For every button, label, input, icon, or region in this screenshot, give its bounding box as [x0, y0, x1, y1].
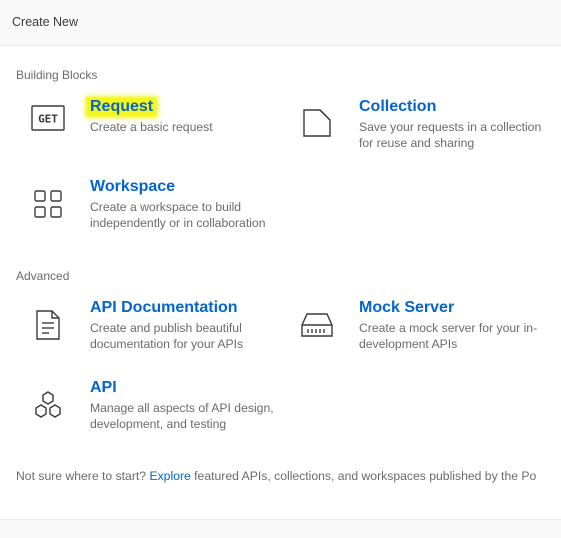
document-icon [16, 305, 80, 345]
footer-suffix: featured APIs, collections, and workspac… [190, 469, 537, 483]
explore-link[interactable]: Explore [149, 469, 190, 483]
api-documentation-title[interactable]: API Documentation [90, 299, 238, 317]
hexagons-icon [16, 385, 80, 425]
header-title: Create New [12, 15, 78, 29]
bottom-bar [0, 519, 561, 538]
footer-prefix: Not sure where to start? [16, 469, 150, 483]
api-description: Manage all aspects of API design, develo… [90, 401, 274, 431]
workspace-grid-icon [16, 184, 80, 224]
create-api-card[interactable]: API Manage all aspects of API design, de… [16, 379, 278, 441]
create-mock-server-card[interactable]: Mock Server Create a mock server for you… [285, 299, 547, 361]
section-title-advanced: Advanced [16, 269, 70, 283]
footer-note: Not sure where to start? Explore feature… [16, 469, 536, 483]
collection-description: Save your requests in a collection for r… [359, 120, 542, 150]
api-documentation-description: Create and publish beautiful documentati… [90, 321, 244, 351]
create-request-card[interactable]: GET Request Create a basic request [16, 98, 278, 160]
get-label: GET [38, 113, 58, 126]
collection-icon [285, 103, 349, 143]
create-workspace-card[interactable]: Workspace Create a workspace to build in… [16, 178, 278, 240]
get-request-icon: GET [16, 98, 80, 138]
section-title-building-blocks: Building Blocks [16, 68, 98, 82]
request-description: Create a basic request [90, 120, 213, 134]
create-collection-card[interactable]: Collection Save your requests in a colle… [285, 98, 547, 160]
mock-server-title[interactable]: Mock Server [359, 299, 454, 317]
collection-title[interactable]: Collection [359, 98, 436, 116]
workspace-title[interactable]: Workspace [90, 178, 175, 196]
mock-server-description: Create a mock server for your in-develop… [359, 321, 538, 351]
workspace-description: Create a workspace to build independentl… [90, 200, 266, 230]
create-new-header: Create New [0, 0, 561, 46]
request-title[interactable]: Request [87, 98, 157, 116]
server-icon [285, 305, 349, 345]
api-title[interactable]: API [90, 379, 117, 397]
create-api-documentation-card[interactable]: API Documentation Create and publish bea… [16, 299, 278, 361]
